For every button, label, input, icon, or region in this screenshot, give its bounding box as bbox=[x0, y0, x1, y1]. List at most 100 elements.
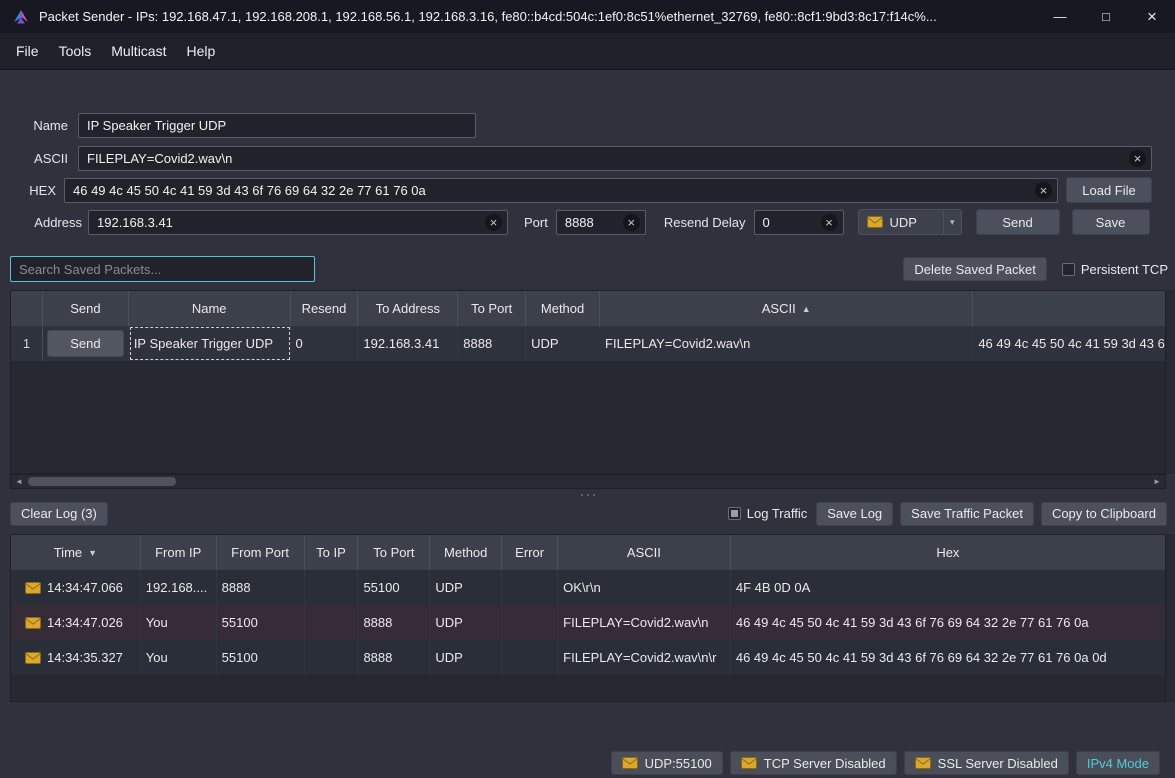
packet-sender-window: Packet Sender - IPs: 192.168.47.1, 192.1… bbox=[0, 0, 1175, 778]
close-button[interactable]: × bbox=[1129, 0, 1175, 33]
udp-server-label: UDP:55100 bbox=[645, 756, 712, 771]
saved-table-vertical-scrollbar[interactable] bbox=[1166, 290, 1175, 474]
packet-icon bbox=[867, 216, 883, 228]
search-input[interactable] bbox=[10, 256, 315, 282]
splitter-handle[interactable] bbox=[0, 490, 1175, 499]
row-from-ip-cell: You bbox=[141, 640, 217, 675]
row-number: 1 bbox=[11, 326, 43, 361]
menu-help[interactable]: Help bbox=[176, 38, 225, 64]
tcp-server-button[interactable]: TCP Server Disabled bbox=[730, 751, 897, 775]
table-row[interactable]: 14:34:47.066 192.168.... 8888 55100 UDP … bbox=[11, 570, 1165, 605]
save-button[interactable]: Save bbox=[1072, 209, 1150, 235]
col-from-port[interactable]: From Port bbox=[217, 535, 305, 570]
row-name-cell[interactable]: IP Speaker Trigger UDP bbox=[129, 326, 291, 361]
clear-log-button[interactable]: Clear Log (3) bbox=[10, 502, 108, 526]
udp-server-button[interactable]: UDP:55100 bbox=[611, 751, 723, 775]
row-ascii-cell[interactable]: FILEPLAY=Covid2.wav\n bbox=[600, 326, 973, 361]
minimize-button[interactable]: — bbox=[1037, 0, 1083, 33]
saved-packets-header: Send Name Resend To Address To Port Meth… bbox=[11, 291, 1165, 326]
row-to-port-cell[interactable]: 8888 bbox=[458, 326, 526, 361]
clear-ascii-icon[interactable]: × bbox=[1129, 150, 1146, 167]
col-ascii[interactable]: ASCII bbox=[558, 535, 731, 570]
packet-icon bbox=[741, 757, 757, 769]
col-ascii[interactable]: ASCII ▲ bbox=[600, 291, 973, 326]
ascii-label: ASCII bbox=[10, 151, 68, 166]
checkbox-icon bbox=[728, 507, 741, 520]
row-hex-cell[interactable]: 46 49 4c 45 50 4c 41 59 3d 43 6f 76 69 6… bbox=[973, 326, 1165, 361]
port-label: Port bbox=[524, 215, 548, 230]
name-input[interactable] bbox=[78, 113, 476, 138]
table-row[interactable]: 14:34:47.026 You 55100 8888 UDP FILEPLAY… bbox=[11, 605, 1165, 640]
row-to-address-cell[interactable]: 192.168.3.41 bbox=[358, 326, 458, 361]
row-from-port-cell: 55100 bbox=[217, 640, 305, 675]
col-method[interactable]: Method bbox=[526, 291, 600, 326]
clear-address-icon[interactable]: × bbox=[485, 214, 502, 231]
row-from-ip-cell: You bbox=[141, 605, 217, 640]
copy-to-clipboard-button[interactable]: Copy to Clipboard bbox=[1041, 502, 1167, 526]
load-file-button[interactable]: Load File bbox=[1066, 177, 1152, 203]
app-logo-icon bbox=[12, 8, 30, 26]
save-log-button[interactable]: Save Log bbox=[816, 502, 893, 526]
log-traffic-label: Log Traffic bbox=[747, 506, 807, 521]
row-to-ip-cell bbox=[305, 640, 359, 675]
col-time[interactable]: Time ▼ bbox=[11, 535, 141, 570]
col-resend[interactable]: Resend bbox=[291, 291, 359, 326]
col-ascii-label: ASCII bbox=[762, 301, 796, 316]
row-from-port-cell: 8888 bbox=[217, 570, 305, 605]
address-input[interactable] bbox=[88, 210, 508, 235]
scrollbar-handle[interactable] bbox=[28, 477, 176, 486]
titlebar: Packet Sender - IPs: 192.168.47.1, 192.1… bbox=[0, 0, 1175, 33]
menu-tools[interactable]: Tools bbox=[49, 38, 102, 64]
col-to-port[interactable]: To Port bbox=[358, 535, 430, 570]
delete-saved-packet-button[interactable]: Delete Saved Packet bbox=[903, 257, 1046, 281]
scroll-left-icon[interactable]: ◄ bbox=[11, 477, 27, 486]
resend-delay-label: Resend Delay bbox=[664, 215, 746, 230]
maximize-button[interactable]: □ bbox=[1083, 0, 1129, 33]
send-button[interactable]: Send bbox=[976, 209, 1060, 235]
col-error[interactable]: Error bbox=[502, 535, 558, 570]
row-send-cell: Send bbox=[43, 326, 129, 361]
row-hex-cell: 4F 4B 0D 0A bbox=[731, 570, 1165, 605]
ssl-server-button[interactable]: SSL Server Disabled bbox=[904, 751, 1069, 775]
col-to-address[interactable]: To Address bbox=[358, 291, 458, 326]
row-time-cell: 14:34:35.327 bbox=[11, 640, 141, 675]
persistent-tcp-checkbox[interactable]: Persistent TCP bbox=[1062, 262, 1168, 277]
saved-table-horizontal-scrollbar[interactable]: ◄ ► bbox=[10, 474, 1166, 489]
col-to-port[interactable]: To Port bbox=[458, 291, 526, 326]
menu-multicast[interactable]: Multicast bbox=[101, 38, 176, 64]
col-method[interactable]: Method bbox=[430, 535, 502, 570]
table-row[interactable]: 14:34:35.327 You 55100 8888 UDP FILEPLAY… bbox=[11, 640, 1165, 675]
time-value: 14:34:47.026 bbox=[47, 615, 123, 630]
menu-file[interactable]: File bbox=[6, 38, 49, 64]
hex-label: HEX bbox=[10, 183, 56, 198]
col-hex[interactable]: Hex bbox=[731, 535, 1165, 570]
scroll-right-icon[interactable]: ► bbox=[1149, 477, 1165, 486]
log-traffic-checkbox[interactable]: Log Traffic bbox=[728, 506, 807, 521]
row-to-port-cell: 8888 bbox=[358, 605, 430, 640]
row-method-cell[interactable]: UDP bbox=[526, 326, 600, 361]
clear-resend-icon[interactable]: × bbox=[821, 214, 838, 231]
row-error-cell bbox=[502, 640, 558, 675]
col-name[interactable]: Name bbox=[129, 291, 291, 326]
clear-port-icon[interactable]: × bbox=[623, 214, 640, 231]
col-to-ip[interactable]: To IP bbox=[305, 535, 359, 570]
col-send[interactable]: Send bbox=[43, 291, 129, 326]
row-ascii-cell: OK\r\n bbox=[558, 570, 731, 605]
row-resend-cell[interactable]: 0 bbox=[291, 326, 359, 361]
row-send-button[interactable]: Send bbox=[47, 330, 124, 357]
hex-input[interactable] bbox=[64, 178, 1058, 203]
clear-hex-icon[interactable]: × bbox=[1035, 182, 1052, 199]
row-to-ip-cell bbox=[305, 605, 359, 640]
ascii-input[interactable] bbox=[78, 146, 1152, 171]
row-method-cell: UDP bbox=[430, 640, 502, 675]
ip-mode-button[interactable]: IPv4 Mode bbox=[1076, 751, 1160, 775]
protocol-value: UDP bbox=[890, 215, 917, 230]
protocol-select[interactable]: UDP ▾ bbox=[858, 209, 962, 235]
col-from-ip[interactable]: From IP bbox=[141, 535, 217, 570]
log-table-vertical-scrollbar[interactable] bbox=[1166, 534, 1175, 702]
col-time-label: Time bbox=[54, 545, 82, 560]
save-traffic-packet-button[interactable]: Save Traffic Packet bbox=[900, 502, 1034, 526]
col-hex[interactable] bbox=[973, 291, 1165, 326]
row-time-cell: 14:34:47.066 bbox=[11, 570, 141, 605]
saved-packets-toolbar: Delete Saved Packet Persistent TCP bbox=[10, 256, 1168, 282]
